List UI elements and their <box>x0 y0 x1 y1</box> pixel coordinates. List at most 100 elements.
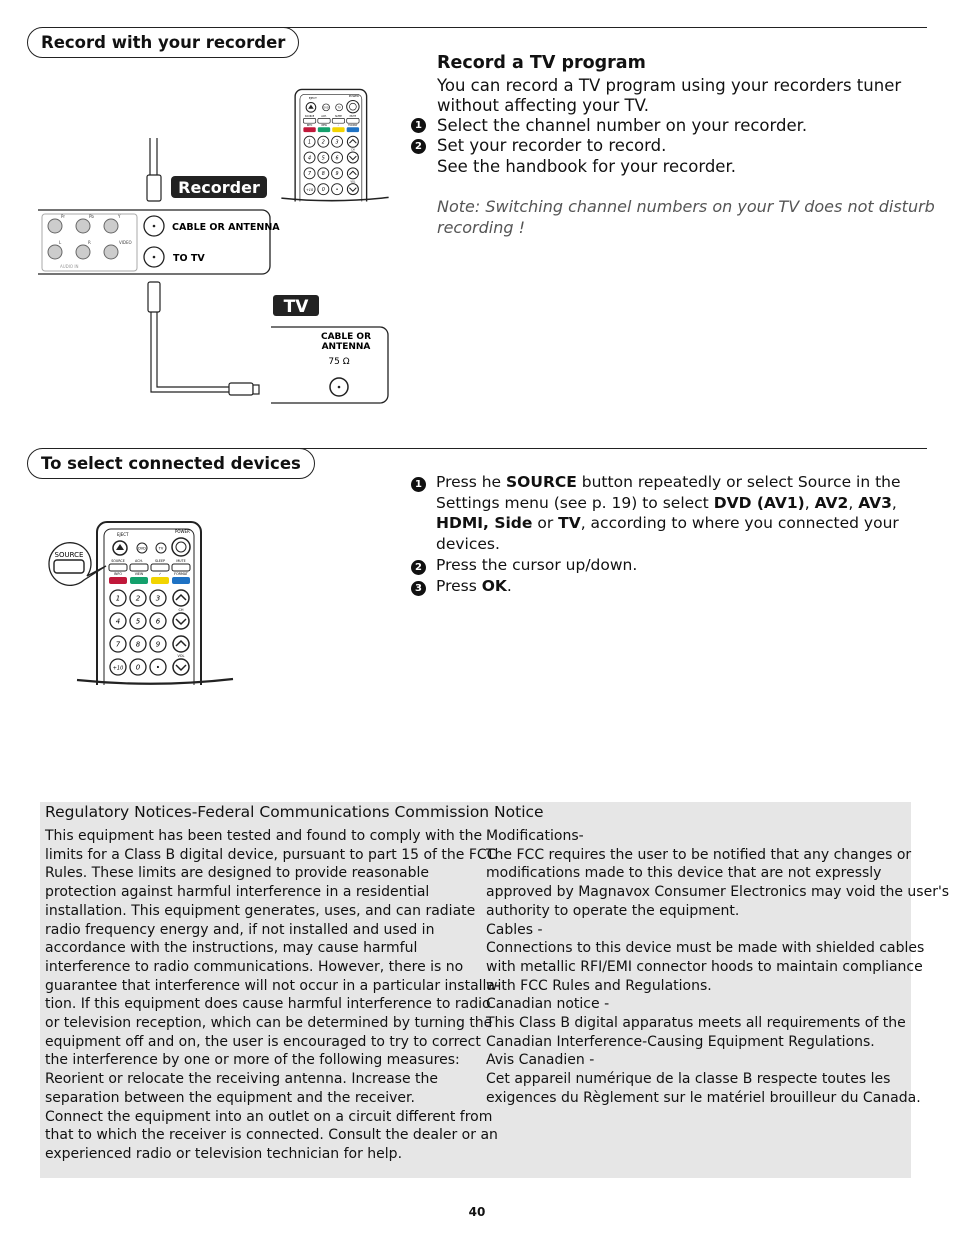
section-heading-select: To select connected devices <box>27 448 315 479</box>
number-key-label: 7 <box>308 171 311 177</box>
regulatory-line: Connections to this device must be made … <box>486 940 925 957</box>
step-bullet-2: 2 <box>411 559 426 575</box>
vol-label: VOL <box>350 180 355 183</box>
audio-in-label: AUDIO IN <box>60 264 79 269</box>
regulatory-right-column: Modifications- The FCC requires the user … <box>486 827 949 1108</box>
vol-label: VOL <box>177 654 184 658</box>
bold-term: DVD (AV1) <box>713 493 805 512</box>
number-key-label: 8 <box>136 641 141 649</box>
number-key-label: • <box>336 188 339 193</box>
remote-button <box>150 563 170 572</box>
callout-source-label: SOURCE <box>55 551 84 559</box>
number-key-label: 6 <box>156 618 161 626</box>
record-title: Record a TV program <box>437 53 646 73</box>
step-text: or <box>532 514 559 533</box>
step-3-line: Press OK. <box>436 576 512 597</box>
regulatory-line: protection against harmful interference … <box>45 884 430 901</box>
regulatory-line: experienced radio or television technici… <box>45 1145 403 1162</box>
color-label: FORMAT <box>174 572 189 576</box>
number-key-label: +10 <box>306 188 313 192</box>
regulatory-line: Avis Canadien - <box>486 1052 595 1069</box>
intro-line-2: without affecting your TV. <box>437 96 650 115</box>
regulatory-line: installation. This equipment generates, … <box>45 902 476 919</box>
eject-label: EJECT <box>309 96 317 100</box>
dvd-label: DVD <box>138 547 146 551</box>
regulatory-line: limits for a Class B digital device, pur… <box>45 846 497 863</box>
page-number: 40 <box>468 1205 486 1219</box>
row-label: ACH. <box>135 559 143 563</box>
number-key-label: 2 <box>136 595 141 603</box>
number-key-label: 0 <box>322 187 325 193</box>
bold-term: SOURCE <box>506 473 577 491</box>
step-1-line: Settings menu (see p. 19) to select DVD … <box>436 493 897 514</box>
chevron-up-icon <box>172 589 190 607</box>
note-line-2: recording ! <box>437 218 525 237</box>
regulatory-line: Modifications- <box>486 828 584 844</box>
row-label: ACH. <box>321 115 327 118</box>
bold-term: OK <box>481 576 507 595</box>
regulatory-line: Cet appareil numérique de la classe B re… <box>486 1071 891 1088</box>
step-text: , <box>848 493 859 512</box>
intro-line-1: You can record a TV program using your r… <box>437 76 902 95</box>
jack-label: VIDEO <box>119 240 132 245</box>
color-label: FORMAT <box>348 124 358 127</box>
regulatory-line: accordance with the instructions, may ca… <box>45 940 418 957</box>
antenna-cable-in <box>146 138 162 202</box>
power-label: POWER <box>349 94 359 98</box>
step-1-line: HDMI, Side or TV, according to where you… <box>436 513 899 534</box>
regulatory-line: This Class B digital apparatus meets all… <box>486 1015 906 1032</box>
step-1-line: Press he SOURCE button repeatedly or sel… <box>436 472 901 493</box>
number-key-label: 6 <box>336 155 339 161</box>
step-1-text: Select the channel number on your record… <box>437 116 808 135</box>
color-label: VIEW <box>321 124 328 127</box>
regulatory-line: exigences du Règlement sur le matériel b… <box>486 1089 921 1106</box>
jack-label: L <box>59 240 62 245</box>
number-key-label: 4 <box>116 618 120 626</box>
jack-label: Pb <box>89 214 94 219</box>
remote-button <box>331 118 345 124</box>
regulatory-line: interference to radio communications. Ho… <box>45 958 464 975</box>
step-bullet-3: 3 <box>411 580 426 596</box>
regulatory-line: that to which the receiver is connected.… <box>45 1127 498 1144</box>
step-bullet-1: 1 <box>411 477 426 492</box>
jack-label: Pr <box>61 214 65 219</box>
regulatory-line: with FCC Rules and Regulations. <box>486 977 712 994</box>
remote-control-small: EJECT POWER DVD TV SOURCE INFO ACH. VIEW… <box>281 88 389 202</box>
step-bullet-2: 2 <box>411 139 426 154</box>
remote-button <box>317 118 331 124</box>
color-label: INFO <box>307 124 313 127</box>
regulatory-left-column: This equipment has been tested and found… <box>45 827 500 1164</box>
regulatory-line: with metallic RFI/EMI connector hoods to… <box>486 958 923 975</box>
ch-label: CH <box>178 608 183 612</box>
chevron-up-icon <box>172 635 190 653</box>
number-key-label: 4 <box>308 155 311 161</box>
regulatory-line: the interference by one or more of the f… <box>45 1052 460 1069</box>
number-key-label: 3 <box>156 595 160 603</box>
regulatory-line: modifications made to this device that a… <box>486 865 882 882</box>
bold-term: HDMI, Side <box>436 514 533 533</box>
regulatory-line: tion. If this equipment does cause harmf… <box>45 996 491 1013</box>
remote-button <box>129 563 149 572</box>
power-icon <box>171 537 191 557</box>
regulatory-line: radio frequency energy and, if not insta… <box>45 921 435 938</box>
note-line-1: Note: Switching channel numbers on your … <box>437 197 935 216</box>
color-button <box>303 127 316 133</box>
step-text: . <box>506 576 512 595</box>
color-button <box>130 577 148 584</box>
color-label: ✓ <box>337 124 339 127</box>
bold-term: AV2 <box>814 493 849 512</box>
section-rule <box>284 448 927 449</box>
regulatory-line: separation between the equipment and the… <box>45 1089 415 1106</box>
chevron-down-icon <box>346 183 359 196</box>
to-tv-label: TO TV <box>173 253 205 264</box>
regulatory-line: authority to operate the equipment. <box>486 902 740 919</box>
row-label: SLEEP <box>155 559 165 563</box>
step-text: Press the cursor up/down. <box>436 555 638 574</box>
chevron-down-icon <box>172 658 190 676</box>
step-2-text: Set your recorder to record. <box>437 136 667 155</box>
regulatory-line: The FCC requires the user to be notified… <box>486 846 912 863</box>
regulatory-line: Canadian Interference-Causing Equipment … <box>486 1033 875 1050</box>
power-label: POWER <box>175 529 190 534</box>
regulatory-line: equipment off and on, the user is encour… <box>45 1033 481 1050</box>
step-1-line: devices. <box>436 534 500 555</box>
